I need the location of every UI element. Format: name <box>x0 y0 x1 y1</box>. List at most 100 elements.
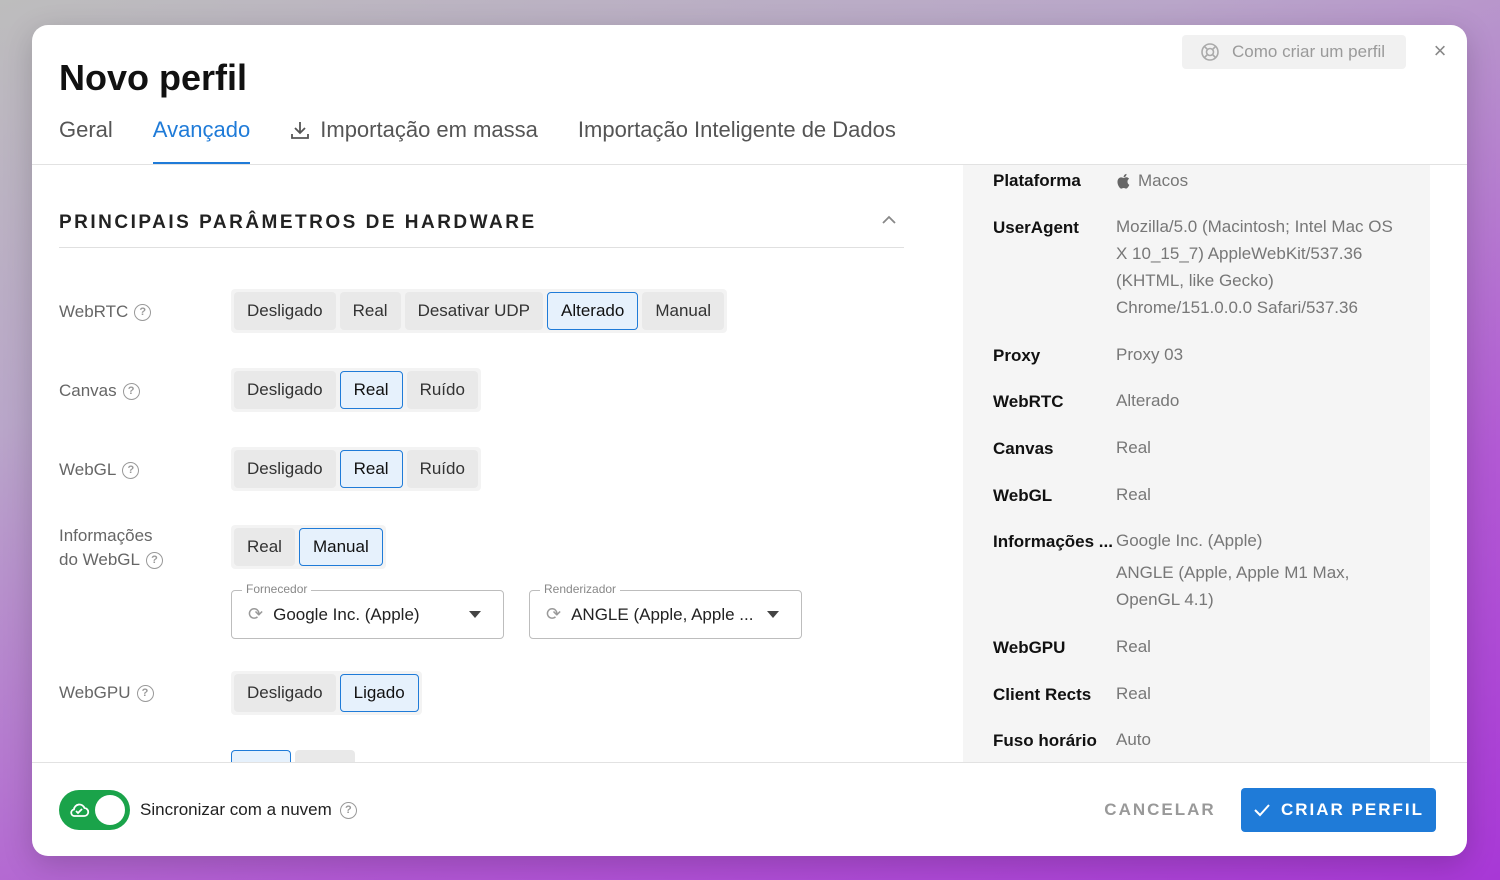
webgl-info-label-line1: Informações <box>59 526 153 545</box>
summary-key-timezone: Fuso horário <box>993 731 1097 750</box>
help-icon[interactable]: ? <box>122 461 140 479</box>
tab-importacao-em-massa[interactable]: Importação em massa <box>290 117 538 165</box>
how-to-create-profile-button[interactable]: Como criar um perfil <box>1182 35 1406 69</box>
help-icon[interactable]: ? <box>339 801 357 819</box>
lifebuoy-icon <box>1201 43 1219 61</box>
close-icon[interactable]: × <box>1428 39 1452 63</box>
webgl-info-label: Informações do WebGL ? <box>59 524 163 572</box>
tab-importacao-inteligente[interactable]: Importação Inteligente de Dados <box>578 117 896 165</box>
footer-divider <box>32 762 1467 763</box>
tab-label: Geral <box>59 117 113 142</box>
tab-label: Importação em massa <box>320 117 538 142</box>
summary-key-client-rects: Client Rects <box>993 685 1092 704</box>
toggle-knob <box>95 795 125 825</box>
canvas-selector: Desligado Real Ruído <box>231 368 481 412</box>
help-icon[interactable]: ? <box>122 382 140 400</box>
webrtc-label-text: WebRTC <box>59 302 129 321</box>
next-selector-partial <box>231 750 355 762</box>
webrtc-option-manual[interactable]: Manual <box>642 292 725 330</box>
cloud-sync-label-text: Sincronizar com a nuvem <box>140 800 332 819</box>
webrtc-option-desligado[interactable]: Desligado <box>234 292 336 330</box>
webgl-info-selector: Real Manual <box>231 525 386 569</box>
create-profile-button[interactable]: CRIAR PERFIL <box>1241 788 1436 832</box>
webgl-option-ruido[interactable]: Ruído <box>406 450 478 488</box>
check-icon <box>1254 804 1270 817</box>
summary-value-webrtc: Alterado <box>1116 391 1180 410</box>
tab-geral[interactable]: Geral <box>59 117 113 165</box>
webgpu-selector: Desligado Ligado <box>231 671 422 715</box>
webrtc-label: WebRTC ? <box>59 300 152 324</box>
webgpu-option-desligado[interactable]: Desligado <box>234 674 336 712</box>
summary-value-canvas: Real <box>1116 438 1151 457</box>
webgl-option-desligado[interactable]: Desligado <box>234 450 336 488</box>
partial-option[interactable] <box>295 750 355 762</box>
help-button-label: Como criar um perfil <box>1232 42 1386 61</box>
cloud-sync-toggle[interactable] <box>59 790 130 830</box>
webgpu-label-text: WebGPU <box>59 683 131 702</box>
apple-icon <box>1117 173 1130 189</box>
canvas-label-text: Canvas <box>59 381 117 400</box>
dialog-title: Novo perfil <box>59 57 248 98</box>
summary-value-platform-row: Macos <box>1116 167 1406 194</box>
webrtc-option-alterado[interactable]: Alterado <box>547 292 639 330</box>
cloud-check-icon <box>70 803 90 817</box>
webgl-selector: Desligado Real Ruído <box>231 447 481 491</box>
cancel-button[interactable]: CANCELAR <box>1098 787 1222 833</box>
summary-key-proxy: Proxy <box>993 346 1041 365</box>
section-divider <box>59 247 904 248</box>
webrtc-selector: Desligado Real Desativar UDP Alterado Ma… <box>231 289 728 333</box>
summary-value-useragent: Mozilla/5.0 (Macintosh; Intel Mac OS X 1… <box>1116 217 1393 317</box>
canvas-option-desligado[interactable]: Desligado <box>234 371 336 409</box>
help-icon[interactable]: ? <box>136 684 154 702</box>
renderer-select[interactable]: Renderizador ⟳ ANGLE (Apple, Apple ... <box>529 582 802 639</box>
summary-value-platform: Macos <box>1138 171 1189 190</box>
vendor-field-label: Fornecedor <box>242 582 312 596</box>
summary-value-webgl: Real <box>1116 485 1151 504</box>
chevron-up-icon[interactable] <box>880 211 898 229</box>
help-icon[interactable]: ? <box>145 551 163 569</box>
vendor-value: Google Inc. (Apple) <box>273 604 420 624</box>
create-profile-label: CRIAR PERFIL <box>1281 800 1424 819</box>
help-icon[interactable]: ? <box>134 303 152 321</box>
renderer-value: ANGLE (Apple, Apple ... <box>571 604 754 624</box>
canvas-option-real[interactable]: Real <box>339 371 403 409</box>
canvas-option-ruido[interactable]: Ruído <box>406 371 478 409</box>
summary-value-client-rects: Real <box>1116 684 1151 703</box>
summary-value-webgpu: Real <box>1116 637 1151 656</box>
summary-value-timezone: Auto <box>1116 730 1151 749</box>
hardware-settings-panel: PRINCIPAIS PARÂMETROS DE HARDWARE WebRTC… <box>32 165 932 762</box>
section-title: PRINCIPAIS PARÂMETROS DE HARDWARE <box>59 212 537 233</box>
summary-key-webgl: WebGL <box>993 486 1053 505</box>
tab-label: Importação Inteligente de Dados <box>577 117 896 142</box>
new-profile-dialog: Novo perfil Como criar um perfil × Geral… <box>32 25 1467 856</box>
canvas-label: Canvas ? <box>59 379 140 403</box>
summary-value-webgl-info-renderer: ANGLE (Apple, Apple M1 Max, OpenGL 4.1) <box>1116 563 1350 609</box>
caret-down-icon <box>767 611 779 618</box>
summary-key-webgpu: WebGPU <box>993 638 1066 657</box>
webrtc-option-real[interactable]: Real <box>339 292 401 330</box>
tab-bar: Geral Avançado Importação em massa Impor… <box>59 117 896 165</box>
profile-summary-panel: Plataforma Macos UserAgent Mozilla/5.0 (… <box>963 165 1430 762</box>
refresh-icon[interactable]: ⟳ <box>248 604 263 625</box>
webgl-label-text: WebGL <box>59 460 117 479</box>
webgl-option-real[interactable]: Real <box>339 450 403 488</box>
summary-key-webrtc: WebRTC <box>993 392 1064 411</box>
summary-key-useragent: UserAgent <box>993 218 1079 237</box>
renderer-field-label: Renderizador <box>540 582 621 596</box>
refresh-icon[interactable]: ⟳ <box>546 604 561 625</box>
webgl-info-option-manual[interactable]: Manual <box>298 528 383 566</box>
summary-key-canvas: Canvas <box>993 439 1054 458</box>
summary-key-platform: Plataforma <box>993 171 1081 190</box>
summary-key-webgl-info: Informações ... <box>993 532 1113 551</box>
caret-down-icon <box>469 611 481 618</box>
download-icon <box>291 122 310 139</box>
vendor-select[interactable]: Fornecedor ⟳ Google Inc. (Apple) <box>231 582 504 639</box>
webgl-info-label-line2: do WebGL <box>59 550 140 569</box>
webgl-info-option-real[interactable]: Real <box>234 528 295 566</box>
webrtc-option-desativar-udp[interactable]: Desativar UDP <box>404 292 543 330</box>
partial-option[interactable] <box>231 750 291 762</box>
tab-avancado[interactable]: Avançado <box>152 117 251 165</box>
cloud-sync-label: Sincronizar com a nuvem ? <box>140 800 357 820</box>
webgl-label: WebGL ? <box>59 458 140 482</box>
webgpu-option-ligado[interactable]: Ligado <box>339 674 419 712</box>
